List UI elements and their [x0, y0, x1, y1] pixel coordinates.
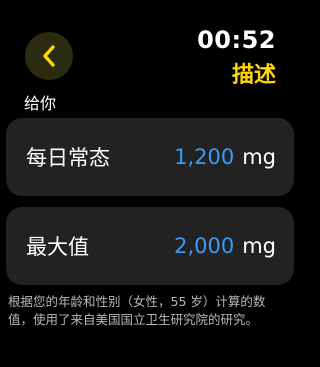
- daily-value-label: 每日常态: [26, 146, 110, 170]
- daily-value-unit: mg: [242, 145, 276, 169]
- chevron-left-icon: [41, 44, 57, 68]
- max-value-amount: 2,000: [174, 234, 235, 258]
- max-value-group: 2,000 mg: [174, 234, 276, 258]
- max-value-label: 最大值: [26, 235, 89, 259]
- clock-time: 00:52: [197, 26, 276, 54]
- max-value-card: 最大值 2,000 mg: [6, 207, 294, 285]
- screen-title: 描述: [231, 63, 276, 88]
- back-button[interactable]: [25, 32, 73, 80]
- section-header: 给你: [24, 94, 57, 113]
- footnote-text: 根据您的年龄和性别（女性，55 岁）计算的数值，使用了来自美国国立卫生研究院的研…: [8, 294, 266, 327]
- daily-value-amount: 1,200: [174, 145, 235, 169]
- max-value-unit: mg: [242, 234, 276, 258]
- daily-value-card: 每日常态 1,200 mg: [6, 118, 294, 196]
- daily-value-group: 1,200 mg: [174, 145, 276, 169]
